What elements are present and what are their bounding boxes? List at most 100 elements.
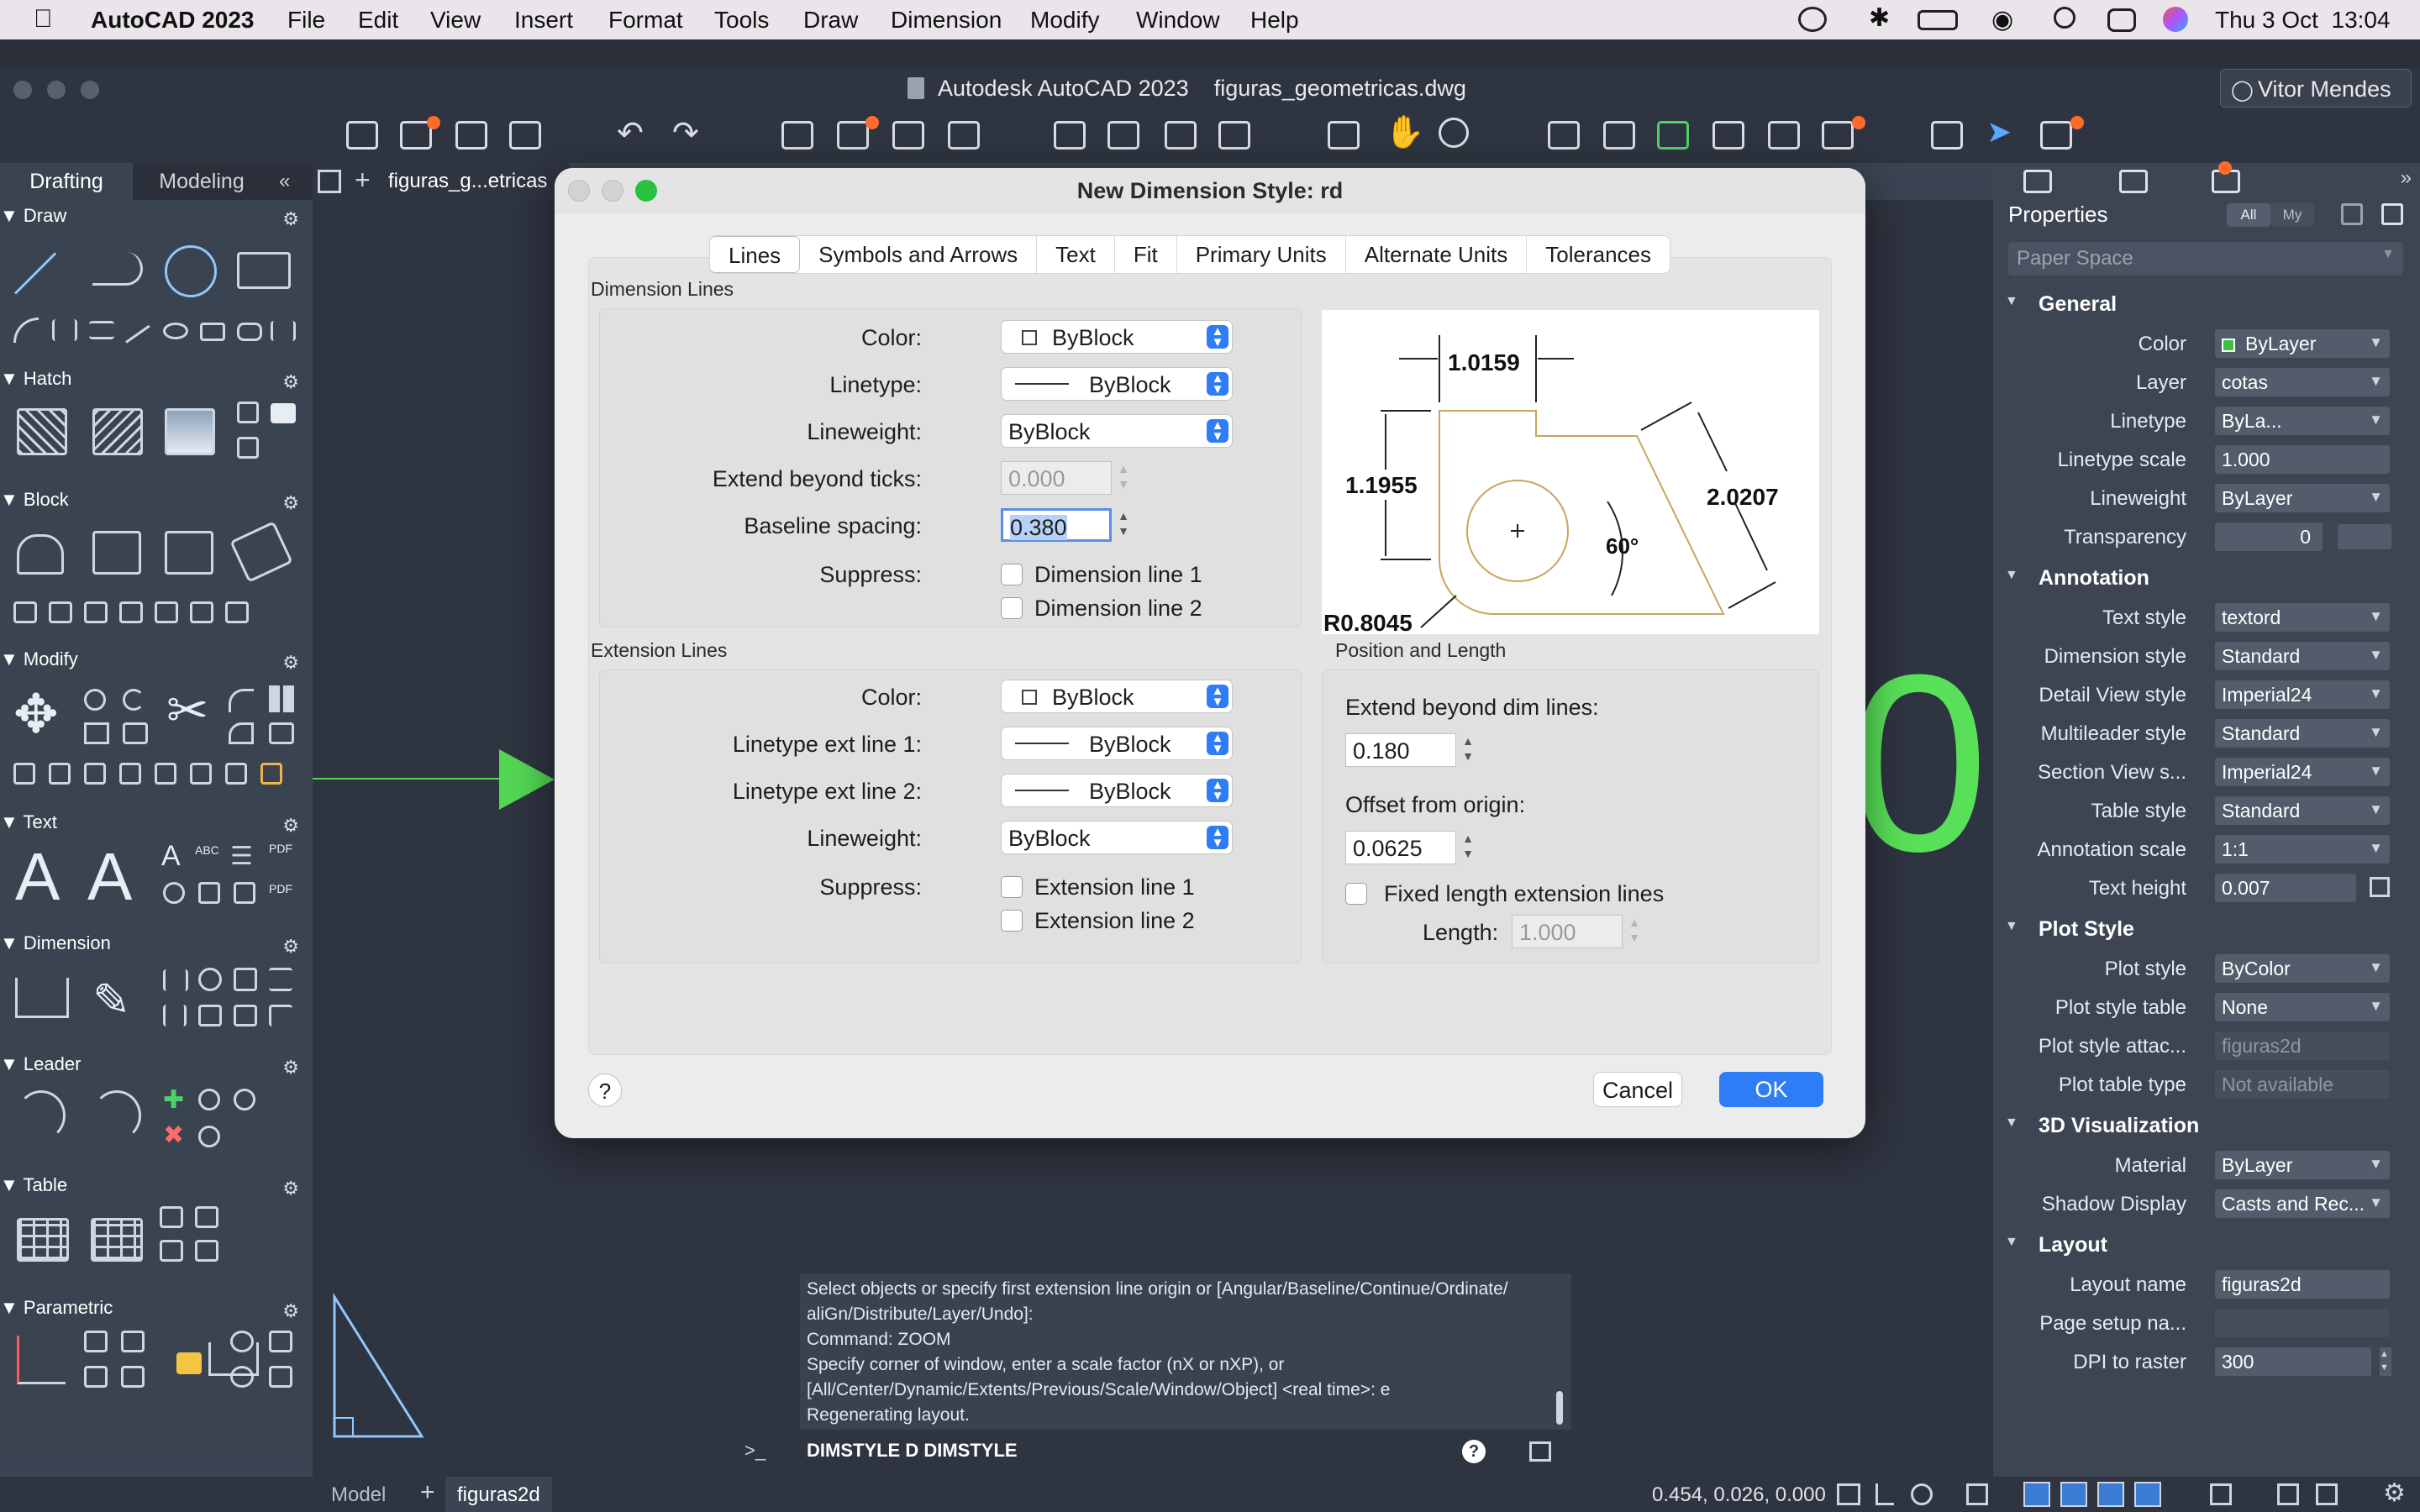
text-tool-2-icon[interactable]: ABC xyxy=(195,843,219,857)
linear-dim-icon[interactable] xyxy=(15,978,69,1018)
screen-icon[interactable] xyxy=(2040,121,2072,150)
param-tool-7-icon[interactable] xyxy=(230,1366,254,1388)
gear-icon[interactable]: ⚙ xyxy=(282,936,299,958)
user-account-button[interactable]: ◯ Vitor Mendes xyxy=(2220,69,2412,108)
share-icon[interactable] xyxy=(1165,121,1197,150)
minimize-window-button[interactable] xyxy=(47,81,66,99)
block-tool-2-icon[interactable] xyxy=(49,601,72,623)
layers-tab-icon[interactable] xyxy=(2119,170,2148,193)
copy-icon[interactable] xyxy=(84,689,106,711)
modify-tool-8-icon[interactable] xyxy=(260,763,282,785)
dim-style-icon[interactable]: ✎ xyxy=(92,978,130,1023)
offset-from-origin-input[interactable]: 0.0625 xyxy=(1345,831,1456,864)
property-value[interactable]: figuras2d xyxy=(2215,1032,2390,1060)
search-icon[interactable] xyxy=(2054,7,2075,29)
send-icon[interactable]: ➤ xyxy=(1986,114,2012,150)
param-tool-1-icon[interactable] xyxy=(84,1331,108,1352)
trim-icon[interactable]: ✂ xyxy=(166,685,208,736)
property-value[interactable]: 0.007 xyxy=(2215,874,2356,902)
control-center-icon[interactable] xyxy=(2107,8,2136,32)
length-input[interactable]: 1.000 xyxy=(1512,915,1623,948)
property-value[interactable]: figuras2d xyxy=(2215,1270,2390,1299)
attribute-icon[interactable] xyxy=(229,521,293,583)
section-parametric[interactable]: ▼ Parametric ⚙ xyxy=(0,1297,308,1326)
tab-symbols-and-arrows[interactable]: Symbols and Arrows xyxy=(800,236,1036,273)
property-value[interactable]: 300 xyxy=(2215,1347,2371,1376)
dim-linetype-select[interactable]: ByBlock ▲ ▼ xyxy=(1001,367,1233,401)
modify-tool-2-icon[interactable] xyxy=(49,763,71,785)
extend-beyond-ticks-input[interactable]: 0.000 xyxy=(1001,461,1112,495)
param-tool-2-icon[interactable] xyxy=(121,1331,145,1352)
dim-tool-3-icon[interactable] xyxy=(234,968,257,991)
property-value[interactable]: 1:1 ▼ xyxy=(2215,835,2390,864)
cloud-icon[interactable] xyxy=(1218,121,1250,150)
pan-icon[interactable]: ✋ xyxy=(1385,114,1424,151)
region-hatch-icon[interactable] xyxy=(237,402,259,423)
baseline-spacing-input[interactable]: 0.380 xyxy=(1001,508,1112,542)
text-tool-8-icon[interactable]: PDF xyxy=(269,882,292,895)
tab-primary-units[interactable]: Primary Units xyxy=(1176,236,1345,273)
text-tool-7-icon[interactable] xyxy=(234,882,255,904)
command-input[interactable]: DIMSTYLE D DIMSTYLE xyxy=(807,1440,1018,1462)
table-tool-4-icon[interactable] xyxy=(195,1240,218,1262)
param-tool-3-icon[interactable] xyxy=(84,1366,108,1388)
modify-tool-5-icon[interactable] xyxy=(155,763,176,785)
property-group-layout[interactable]: ▼ Layout xyxy=(1993,1228,2420,1262)
ext-lineweight-select[interactable]: ByBlock ▲ ▼ xyxy=(1001,821,1233,854)
tab-text[interactable]: Text xyxy=(1036,236,1114,273)
property-value[interactable]: ByLayer ▼ xyxy=(2215,1151,2390,1179)
collapse-palette-icon[interactable]: « xyxy=(279,170,290,193)
leader-tool-3-icon[interactable] xyxy=(234,1089,255,1110)
gradient-icon[interactable] xyxy=(92,408,143,455)
dim-tool-7-icon[interactable] xyxy=(234,1005,257,1026)
dialog-minimize-button[interactable] xyxy=(602,180,623,202)
zoom-window-icon[interactable] xyxy=(1328,121,1360,150)
status-tool-1-icon[interactable] xyxy=(1837,1483,1860,1505)
table-tool-1-icon[interactable] xyxy=(160,1206,183,1228)
export-icon[interactable] xyxy=(1107,121,1139,150)
section-leader[interactable]: ▼ Leader ⚙ xyxy=(0,1053,308,1082)
orbit-icon[interactable] xyxy=(1439,118,1469,148)
redo-icon[interactable]: ↷ xyxy=(672,114,699,152)
object-selector[interactable]: Paper Space ▼ xyxy=(2008,242,2403,276)
block-tool-7-icon[interactable] xyxy=(225,601,249,623)
property-value[interactable]: None ▼ xyxy=(2215,993,2390,1021)
section-table[interactable]: ▼ Table ⚙ xyxy=(0,1174,308,1203)
menu-modify[interactable]: Modify xyxy=(1030,7,1099,34)
create-block-icon[interactable] xyxy=(92,531,141,575)
property-value[interactable]: 1.000 xyxy=(2215,445,2390,474)
section-dimension[interactable]: ▼ Dimension ⚙ xyxy=(0,932,308,961)
close-window-button[interactable] xyxy=(13,81,32,99)
suppress-ext-line-2-checkbox[interactable] xyxy=(1001,910,1023,932)
command-scrollbar[interactable] xyxy=(1556,1391,1563,1425)
filter-my-button[interactable]: My xyxy=(2270,203,2314,227)
render-icon[interactable] xyxy=(1822,121,1854,150)
dim-lineweight-select[interactable]: ByBlock ▲ ▼ xyxy=(1001,414,1233,448)
save-as-icon[interactable] xyxy=(509,121,541,150)
properties-tab-icon[interactable] xyxy=(2023,170,2052,193)
battery-icon[interactable] xyxy=(1918,10,1958,30)
rotate-icon[interactable] xyxy=(123,689,145,711)
status-tool-8-icon[interactable] xyxy=(2134,1482,2161,1507)
table-tool-2-icon[interactable] xyxy=(195,1206,218,1228)
property-group-general[interactable]: ▼ General xyxy=(1993,287,2420,321)
menu-help[interactable]: Help xyxy=(1250,7,1299,34)
filter-all-button[interactable]: All xyxy=(2227,203,2270,227)
modify-tool-3-icon[interactable] xyxy=(84,763,106,785)
rectangle-icon[interactable] xyxy=(237,252,291,289)
leader-tool-1-icon[interactable]: ✚ xyxy=(163,1085,184,1115)
param-tool-6-icon[interactable] xyxy=(269,1331,292,1352)
status-tool-11-icon[interactable] xyxy=(2316,1483,2338,1505)
property-value[interactable]: ByLayer ▼ xyxy=(2215,484,2390,512)
save-icon[interactable] xyxy=(455,121,487,150)
menu-window[interactable]: Window xyxy=(1136,7,1220,34)
document-tab[interactable]: figuras_g...etricas xyxy=(388,170,547,193)
match-properties-icon[interactable] xyxy=(1603,121,1635,150)
suppress-dim-line-1-checkbox[interactable] xyxy=(1001,564,1023,585)
offset-from-origin-stepper[interactable]: ▲ ▼ xyxy=(1460,831,1476,864)
attach-icon[interactable] xyxy=(1712,121,1744,150)
baseline-spacing-stepper[interactable]: ▲ ▼ xyxy=(1115,508,1132,542)
wave-icon[interactable] xyxy=(271,321,296,341)
status-tool-10-icon[interactable] xyxy=(2277,1483,2299,1505)
siri-icon[interactable] xyxy=(2163,7,2188,32)
